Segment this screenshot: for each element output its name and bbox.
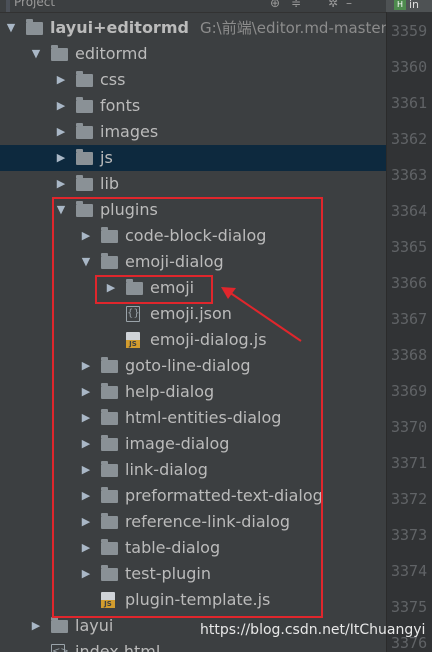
folder-icon (51, 45, 68, 61)
folder-icon (76, 97, 93, 113)
line-number: 3364 (391, 202, 428, 220)
line-number: 3363 (391, 166, 428, 184)
project-path: G:\前端\editor.md-master\ (200, 19, 386, 37)
tree-item[interactable]: ▶ js (0, 145, 386, 171)
settings-icon[interactable]: ✲ (328, 0, 338, 9)
expand-arrow-icon[interactable]: ▼ (4, 15, 18, 41)
editor-tab-label: in (409, 0, 420, 11)
tree-item[interactable]: ▶ images (0, 119, 386, 145)
line-number: 3369 (391, 382, 428, 400)
tree-item-label: editormd (75, 44, 148, 63)
line-number: 3360 (391, 58, 428, 76)
folder-icon (76, 71, 93, 87)
collapse-arrow-icon[interactable]: ▶ (54, 93, 68, 119)
tree-item[interactable]: ▶ css (0, 67, 386, 93)
line-number: 3367 (391, 310, 428, 328)
tree-item[interactable]: ▶ fonts (0, 93, 386, 119)
line-number: 3362 (391, 130, 428, 148)
line-number: 3370 (391, 418, 428, 436)
tree-item-label: js (100, 148, 113, 167)
watermark: https://blog.csdn.net/ItChuangyi (200, 622, 426, 638)
folder-icon (76, 149, 93, 165)
folder-icon (76, 123, 93, 139)
add-icon[interactable]: ⊕ (270, 0, 280, 9)
collapse-arrow-icon[interactable]: ▶ (54, 119, 68, 145)
tree-item-label: lib (100, 174, 120, 193)
line-number: 3359 (391, 22, 428, 40)
tree-item-label: layui+editormd (50, 18, 189, 37)
project-toolwindow-header: Project ⊕ ≑ ✲ – (0, 0, 386, 13)
folder-icon (26, 19, 43, 35)
tree-item-label: index.html (75, 642, 161, 652)
folder-icon (76, 175, 93, 191)
project-title[interactable]: Project (14, 0, 55, 8)
line-number: 3361 (391, 94, 428, 112)
editor-gutter: 3359 3360 3361 3362 3363 3364 3365 3366 3367 3368… (386, 0, 432, 652)
collapse-icon[interactable]: ≑ (291, 0, 301, 9)
line-number: 3372 (391, 490, 428, 508)
tree-item[interactable]: ▼ editormd (0, 41, 386, 67)
line-number: 3368 (391, 346, 428, 364)
hide-icon[interactable]: – (346, 0, 352, 9)
line-number: 3371 (391, 454, 428, 472)
tree-item[interactable]: ▼ layui+editormd G:\前端\editor.md-master\ (0, 15, 386, 41)
collapse-arrow-icon[interactable]: ▶ (29, 613, 43, 639)
html-file-icon: H (394, 0, 406, 10)
line-number: 3374 (391, 562, 428, 580)
collapse-arrow-icon[interactable]: ▶ (54, 145, 68, 171)
collapse-arrow-icon[interactable]: ▶ (54, 171, 68, 197)
editor-tab[interactable]: H in (386, 0, 432, 12)
folder-icon (51, 617, 68, 633)
collapse-arrow-icon[interactable]: ▶ (54, 67, 68, 93)
emoji-highlight-box (95, 275, 213, 304)
tree-item[interactable]: ▶ lib (0, 171, 386, 197)
tree-item-label: images (100, 122, 159, 141)
header-edge (6, 0, 10, 12)
tree-item-label: fonts (100, 96, 141, 115)
line-number: 3365 (391, 238, 428, 256)
expand-arrow-icon[interactable]: ▼ (29, 41, 43, 67)
line-number: 3373 (391, 526, 428, 544)
tree-item-label: css (100, 70, 126, 89)
plugins-highlight-box (52, 197, 323, 618)
line-number: 3366 (391, 274, 428, 292)
html-file-icon: <> (51, 644, 69, 652)
tree-item[interactable]: <> index.html (0, 639, 386, 652)
